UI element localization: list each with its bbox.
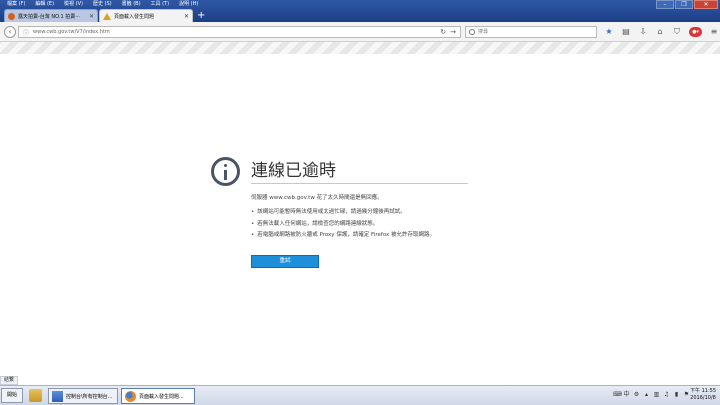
menu-file[interactable]: 檔案 (F) [2, 0, 30, 9]
firefox-icon [125, 390, 136, 402]
task-label: 頁面載入發生問題... [139, 393, 184, 400]
reload-icon[interactable]: ↻ [440, 28, 446, 36]
window-title-bar: 檔案 (F) 編輯 (E) 檢視 (V) 歷史 (S) 書籤 (B) 工具 (T… [0, 0, 720, 22]
task-label: 控制台\所有控制台... [66, 393, 113, 400]
warning-stripe [0, 42, 720, 54]
taskbar: 開始 控制台\所有控制台... 頁面載入發生問題... ⌨ 中 ⚙ ▴ ▥ ♫ … [0, 385, 720, 405]
menu-bookmarks[interactable]: 書籤 (B) [117, 0, 146, 9]
search-bar[interactable] [465, 26, 597, 38]
language-icon[interactable]: 中 [623, 390, 630, 400]
tab-ruten[interactable]: 露天拍賣-台灣 NO.1 拍賣⋯ ✕ [4, 9, 98, 22]
arrow-up-icon[interactable]: ▴ [643, 390, 650, 400]
taskbar-item-firefox[interactable]: 頁面載入發生問題... [121, 388, 195, 404]
minimize-button[interactable]: – [656, 0, 674, 9]
warning-icon [103, 12, 111, 20]
bookmarks-list-icon[interactable]: ▤ [621, 27, 631, 37]
close-window-button[interactable]: ✕ [694, 0, 718, 9]
screen: 檔案 (F) 編輯 (E) 檢視 (V) 歷史 (S) 書籤 (B) 工具 (T… [0, 0, 720, 405]
menu-tools[interactable]: 工具 (T) [146, 0, 175, 9]
clock-date: 2016/10/8 [690, 395, 716, 401]
new-tab-button[interactable]: + [197, 10, 205, 22]
taskbar-item-control-panel[interactable]: 控制台\所有控制台... [48, 388, 118, 404]
notification-icon[interactable]: ⚑ [683, 390, 690, 400]
menu-view[interactable]: 檢視 (V) [59, 0, 88, 9]
tab-error-page[interactable]: 頁面載入發生問題 ✕ [99, 9, 193, 22]
menu-edit[interactable]: 編輯 (E) [30, 0, 59, 9]
tab-close-icon[interactable]: ✕ [89, 13, 94, 20]
explorer-icon[interactable] [29, 389, 42, 402]
error-title: 連線已逾時 [251, 161, 336, 181]
window-controls: – ❐ ✕ [656, 0, 718, 9]
network-icon[interactable]: ▥ [653, 390, 660, 400]
url-text[interactable]: www.cwb.gov.tw/V7/index.htm [33, 29, 436, 35]
menu-bar: 檔案 (F) 編輯 (E) 檢視 (V) 歷史 (S) 書籤 (B) 工具 (T… [2, 0, 203, 9]
start-button[interactable]: 開始 [1, 388, 23, 403]
suggestion-item: 該網站可能暫時無法使用或太過忙碌，請過幾分鐘後再試試。 [251, 207, 435, 219]
suggestion-item: 若無法載入任何網站，請檢查您的網路連線狀態。 [251, 219, 435, 231]
suggestion-list: 該網站可能暫時無法使用或太過忙碌，請過幾分鐘後再試試。 若無法載入任何網站，請檢… [251, 207, 435, 242]
tab-close-icon[interactable]: ✕ [184, 13, 189, 20]
search-icon [469, 29, 475, 35]
forward-arrow-icon[interactable]: → [450, 28, 456, 36]
volume-icon[interactable]: ♫ [663, 390, 670, 400]
navigation-bar: ‹ ⓘ www.cwb.gov.tw/V7/index.htm ↻ → ★ ▤ … [0, 22, 720, 42]
battery-icon[interactable]: ▮ [673, 390, 680, 400]
tab-label: 露天拍賣-台灣 NO.1 拍賣⋯ [18, 13, 81, 20]
status-bar: 結繫 [0, 376, 19, 385]
site-favicon-icon [8, 12, 15, 20]
adblock-icon[interactable]: ●▾ [689, 27, 702, 37]
tab-label: 頁面載入發生問題 [114, 13, 155, 20]
clock-time: 下午 11:55 [690, 388, 716, 394]
restore-button[interactable]: ❐ [675, 0, 693, 9]
site-info-icon[interactable]: ⓘ [23, 28, 29, 37]
error-description: 伺服器 www.cwb.gov.tw 花了太久時間還是無回應。 [251, 195, 383, 201]
home-icon[interactable]: ⌂ [655, 27, 665, 37]
menu-history[interactable]: 歷史 (S) [88, 0, 117, 9]
search-input[interactable] [478, 27, 588, 37]
info-icon [211, 157, 240, 186]
clock[interactable]: 下午 11:55 2016/10/8 [690, 388, 716, 402]
tab-bar: 露天拍賣-台灣 NO.1 拍賣⋯ ✕ 頁面載入發生問題 ✕ + [0, 9, 720, 22]
divider [251, 183, 468, 184]
settings-icon[interactable]: ⚙ [633, 390, 640, 400]
pocket-icon[interactable]: ⛉ [672, 27, 682, 37]
hamburger-menu-icon[interactable]: ≡ [709, 27, 719, 37]
toolbar-icons: ★ ▤ ⇩ ⌂ ⛉ ●▾ ≡ [604, 27, 719, 37]
suggestion-item: 若電腦或網路被防火牆或 Proxy 保護，請確定 Firefox 被允許存取網路… [251, 230, 435, 242]
back-button[interactable]: ‹ [4, 25, 16, 38]
control-panel-icon [52, 390, 63, 402]
system-tray: ⌨ 中 ⚙ ▴ ▥ ♫ ▮ ⚑ [613, 390, 690, 400]
url-bar[interactable]: ⓘ www.cwb.gov.tw/V7/index.htm ↻ → [18, 26, 461, 38]
retry-button[interactable]: 重試 [251, 255, 319, 268]
menu-help[interactable]: 說明 (H) [174, 0, 203, 9]
keyboard-icon[interactable]: ⌨ [613, 390, 622, 400]
bookmark-star-icon[interactable]: ★ [604, 27, 614, 37]
download-icon[interactable]: ⇩ [638, 27, 648, 37]
